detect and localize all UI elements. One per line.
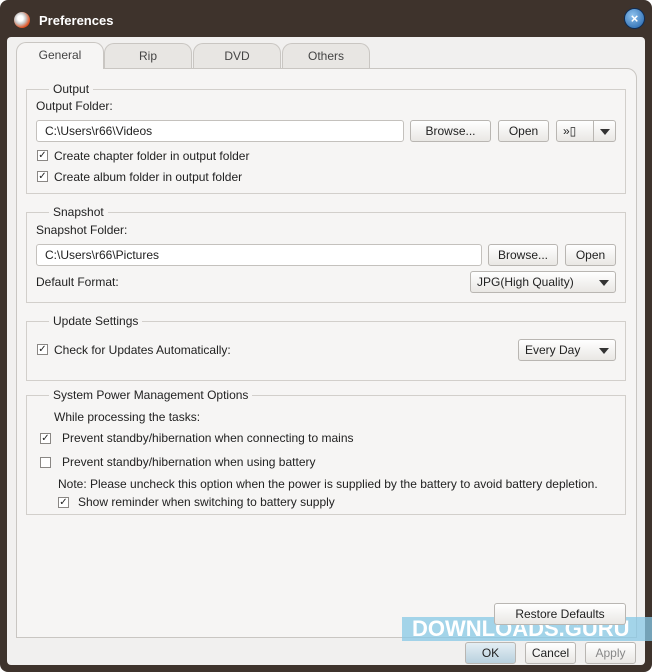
output-folder-input[interactable]: C:\Users\r66\Videos <box>36 120 404 142</box>
chevron-down-icon <box>599 348 609 354</box>
battery-reminder-checkbox[interactable]: ✓ <box>58 497 69 508</box>
update-frequency-select[interactable]: Every Day <box>518 339 616 361</box>
close-button[interactable]: × <box>624 8 645 29</box>
album-folder-checkbox[interactable]: ✓ <box>37 171 48 182</box>
tab-dvd[interactable]: DVD <box>193 43 281 69</box>
output-open-button[interactable]: Open <box>498 120 549 142</box>
device-icon: »▯ <box>563 124 577 138</box>
output-group-label: Output <box>49 82 94 96</box>
processing-label: While processing the tasks: <box>54 410 201 424</box>
update-frequency-value: Every Day <box>525 343 581 357</box>
tab-others[interactable]: Others <box>282 43 370 69</box>
snapshot-open-button[interactable]: Open <box>565 244 616 266</box>
auto-update-checkbox[interactable]: ✓ <box>37 344 48 355</box>
device-export-button[interactable]: »▯ <box>556 120 616 142</box>
apply-button[interactable]: Apply <box>585 642 636 664</box>
chapter-folder-checkbox[interactable]: ✓ <box>37 150 48 161</box>
power-group-label: System Power Management Options <box>49 388 253 402</box>
restore-defaults-button[interactable]: Restore Defaults <box>494 603 626 625</box>
output-folder-label: Output Folder: <box>36 99 113 113</box>
snapshot-folder-input[interactable]: C:\Users\r66\Pictures <box>36 244 482 266</box>
ok-button[interactable]: OK <box>465 642 516 664</box>
tab-rip[interactable]: Rip <box>104 43 192 69</box>
prevent-mains-checkbox[interactable]: ✓ <box>40 433 51 444</box>
auto-update-label: Check for Updates Automatically: <box>54 343 231 357</box>
prevent-battery-label: Prevent standby/hibernation when using b… <box>62 455 316 469</box>
prevent-mains-label: Prevent standby/hibernation when connect… <box>62 431 354 445</box>
chapter-folder-label: Create chapter folder in output folder <box>54 149 250 163</box>
snapshot-folder-label: Snapshot Folder: <box>36 223 128 237</box>
device-dropdown-arrow[interactable] <box>593 121 615 141</box>
default-format-value: JPG(High Quality) <box>477 275 574 289</box>
prevent-battery-checkbox[interactable] <box>40 457 51 468</box>
battery-reminder-label: Show reminder when switching to battery … <box>78 495 335 509</box>
default-format-label: Default Format: <box>36 275 119 289</box>
update-group-label: Update Settings <box>49 314 143 328</box>
app-disc-icon <box>14 12 30 28</box>
snapshot-group-label: Snapshot <box>49 205 108 219</box>
cancel-button[interactable]: Cancel <box>525 642 576 664</box>
album-folder-label: Create album folder in output folder <box>54 170 243 184</box>
chevron-down-icon <box>599 280 609 286</box>
output-browse-button[interactable]: Browse... <box>410 120 491 142</box>
tab-general[interactable]: General <box>16 42 104 69</box>
window-title: Preferences <box>39 13 114 28</box>
battery-note: Note: Please uncheck this option when th… <box>58 477 598 491</box>
snapshot-browse-button[interactable]: Browse... <box>488 244 558 266</box>
default-format-select[interactable]: JPG(High Quality) <box>470 271 616 293</box>
